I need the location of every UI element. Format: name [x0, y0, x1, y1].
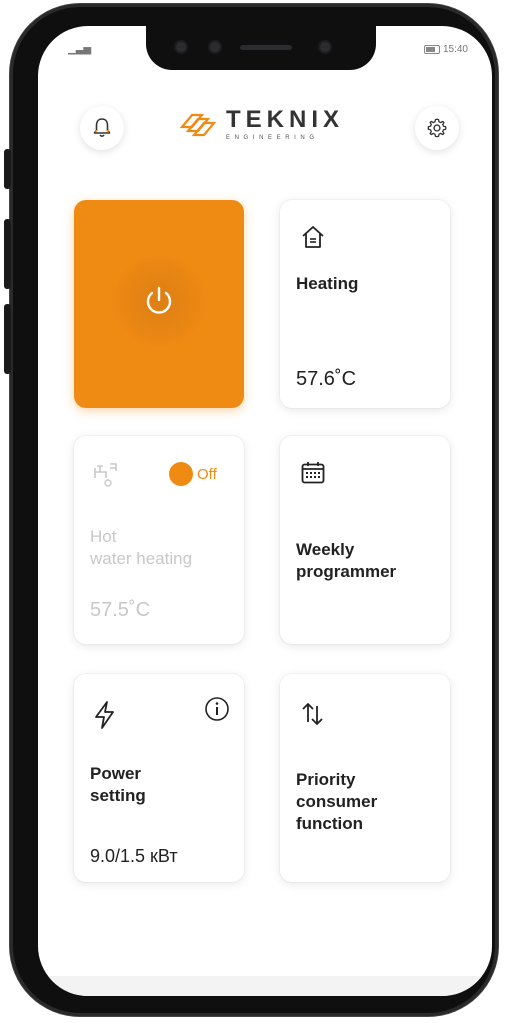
swap-arrows-icon: [302, 703, 323, 725]
speaker-grille: [240, 45, 292, 50]
status-right: 15:40: [423, 44, 468, 55]
priority-title-line3: function: [296, 814, 364, 833]
priority-title-line2: consumer: [296, 792, 378, 811]
hot-water-toggle[interactable]: Off: [169, 462, 217, 486]
priority-consumer-tile[interactable]: Priority consumer function: [280, 674, 450, 882]
weekly-programmer-tile[interactable]: Weekly programmer: [280, 436, 450, 644]
priority-title-line1: Priority: [296, 770, 356, 789]
info-icon[interactable]: [204, 696, 230, 722]
hot-water-tile[interactable]: Off Hot water heating 57.5˚C: [74, 436, 244, 644]
calendar-icon: [301, 462, 325, 484]
toggle-knob: [169, 462, 193, 486]
heating-value: 57.6˚C: [296, 368, 357, 390]
hot-water-title-line1: Hot: [90, 527, 117, 546]
bell-icon: [93, 118, 111, 138]
priority-title: Priority consumer function: [296, 769, 377, 835]
app-screen: ▁▃▅ 15:40 TEKNIX ENGINEERING Heating 57.…: [38, 26, 492, 996]
brand-name: TEKNIX: [226, 106, 345, 133]
side-button: [4, 149, 11, 189]
logo-mark-icon: [179, 113, 217, 136]
status-time: 15:40: [442, 44, 468, 55]
power-setting-title-line1: Power: [90, 764, 142, 783]
hot-water-title-line2: water heating: [90, 549, 193, 568]
heating-title: Heating: [296, 274, 359, 293]
camera-icon: [176, 42, 186, 52]
power-setting-tile[interactable]: Power setting 9.0/1.5 кВт: [74, 674, 244, 882]
power-setting-title-line2: setting: [90, 786, 146, 805]
faucet-icon: [94, 463, 117, 487]
weekly-title: Weekly programmer: [296, 539, 396, 583]
side-button: [4, 219, 11, 289]
camera-icon: [210, 42, 220, 52]
hot-water-value: 57.5˚C: [90, 599, 151, 621]
brand-subtitle: ENGINEERING: [226, 135, 319, 141]
weekly-title-line1: Weekly: [296, 540, 355, 559]
notifications-button[interactable]: [80, 106, 124, 150]
weekly-title-line2: programmer: [296, 562, 397, 581]
settings-button[interactable]: [415, 106, 459, 150]
power-icon: [146, 286, 172, 314]
lightning-icon: [95, 701, 114, 729]
camera-notch: [146, 26, 376, 70]
battery-icon: [423, 45, 440, 54]
bottom-bar: [38, 976, 492, 996]
heating-tile[interactable]: Heating 57.6˚C: [280, 200, 450, 408]
power-tile[interactable]: [74, 200, 244, 408]
signal-indicator: ▁▃▅: [68, 44, 92, 55]
house-icon: [302, 226, 324, 248]
sensor-icon: [320, 42, 330, 52]
gear-icon: [427, 118, 447, 138]
power-setting-title: Power setting: [90, 763, 146, 807]
hot-water-title: Hot water heating: [90, 526, 192, 570]
power-setting-value: 9.0/1.5 кВт: [90, 846, 178, 866]
teknix-logo: TEKNIX ENGINEERING: [178, 108, 344, 141]
phone-frame: ▁▃▅ 15:40 TEKNIX ENGINEERING Heating 57.…: [4, 4, 498, 1016]
toggle-label: Off: [197, 465, 217, 483]
side-button: [4, 304, 11, 374]
